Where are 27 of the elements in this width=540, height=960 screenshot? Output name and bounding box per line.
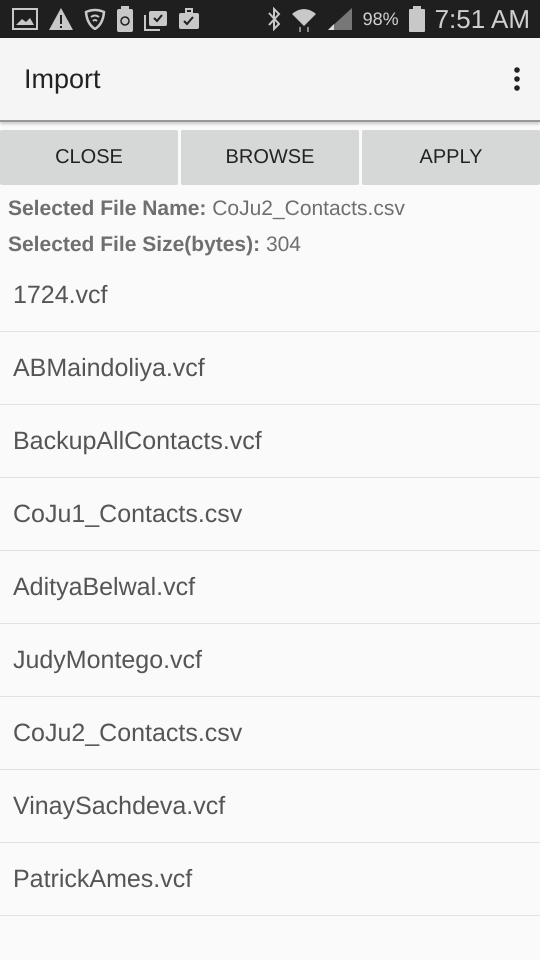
file-list-item[interactable]: AdityaBelwal.vcf	[0, 551, 540, 624]
bluetooth-icon	[266, 7, 281, 31]
signal-icon	[326, 7, 353, 31]
shield-wifi-icon	[84, 8, 106, 30]
file-info-text: Selected File Name: CoJu2_Contacts.csv	[8, 197, 406, 221]
file-list-item[interactable]: PatrickAmes.vcf	[0, 843, 540, 916]
clock-time: 7:51 AM	[434, 4, 530, 34]
file-list-item[interactable]: CoJu1_Contacts.csv	[0, 478, 540, 551]
file-list-item[interactable]: CoJu2_Contacts.csv	[0, 697, 540, 770]
battery-recycle-icon	[116, 6, 134, 32]
battery-percentage: 98%	[362, 8, 399, 30]
action-button[interactable]: BROWSE	[181, 130, 359, 185]
warning-icon	[48, 7, 74, 31]
file-list-item[interactable]: BackupAllContacts.vcf	[0, 405, 540, 478]
action-button[interactable]: APPLY	[362, 130, 540, 185]
file-list-item[interactable]: 1724.vcf	[0, 259, 540, 332]
screen-title: Import	[24, 64, 102, 94]
more-options-icon[interactable]	[514, 67, 520, 91]
battery-icon	[408, 6, 425, 32]
file-list-item[interactable]: ABMaindoliya.vcf	[0, 332, 540, 405]
file-list-item[interactable]: JudyMontego.vcf	[0, 624, 540, 697]
wifi-icon	[290, 6, 317, 32]
briefcase-check-icon	[178, 8, 200, 30]
file-list-item[interactable]: VinaySachdeva.vcf	[0, 770, 540, 843]
image-icon	[12, 8, 38, 30]
action-button[interactable]: CLOSE	[0, 130, 178, 185]
file-info-text: Selected File Size(bytes): 304	[8, 233, 302, 257]
